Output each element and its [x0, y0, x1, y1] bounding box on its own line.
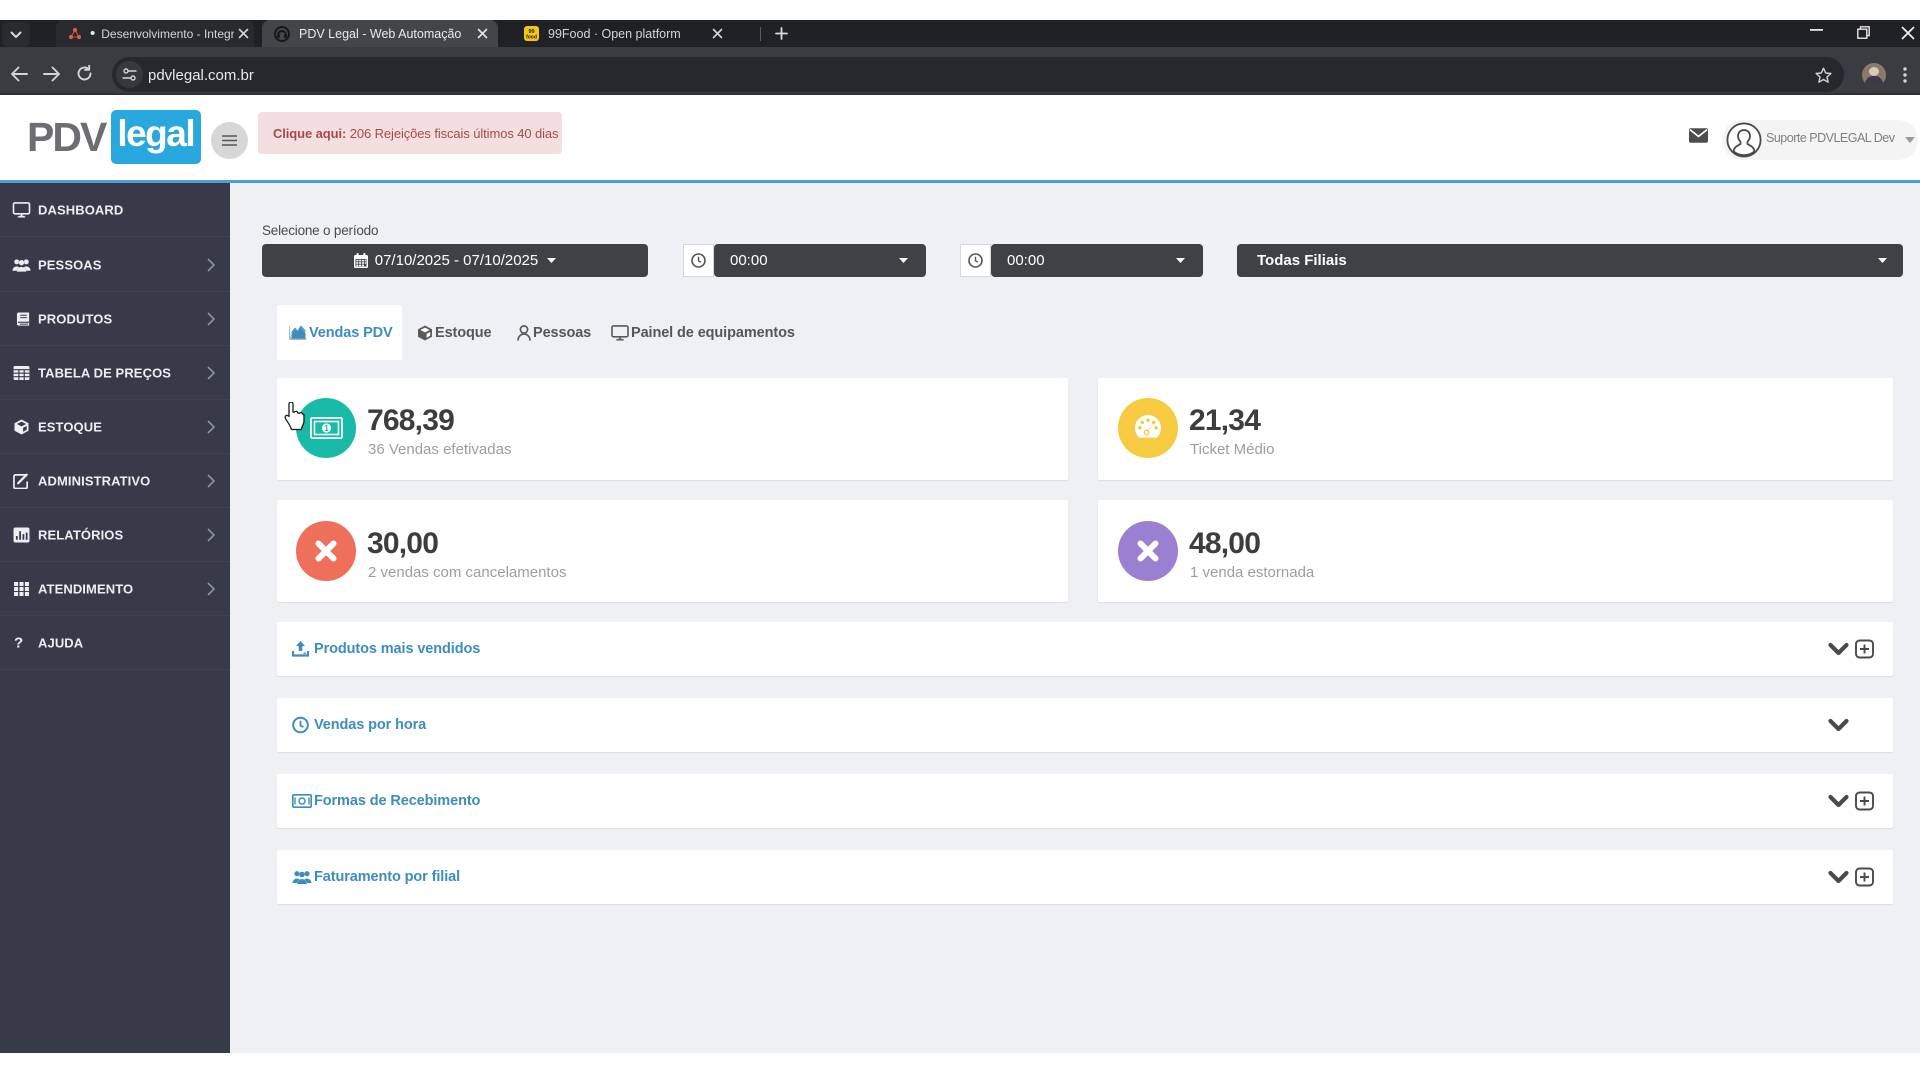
- svg-text:food: food: [526, 35, 537, 41]
- svg-text:1: 1: [324, 423, 329, 433]
